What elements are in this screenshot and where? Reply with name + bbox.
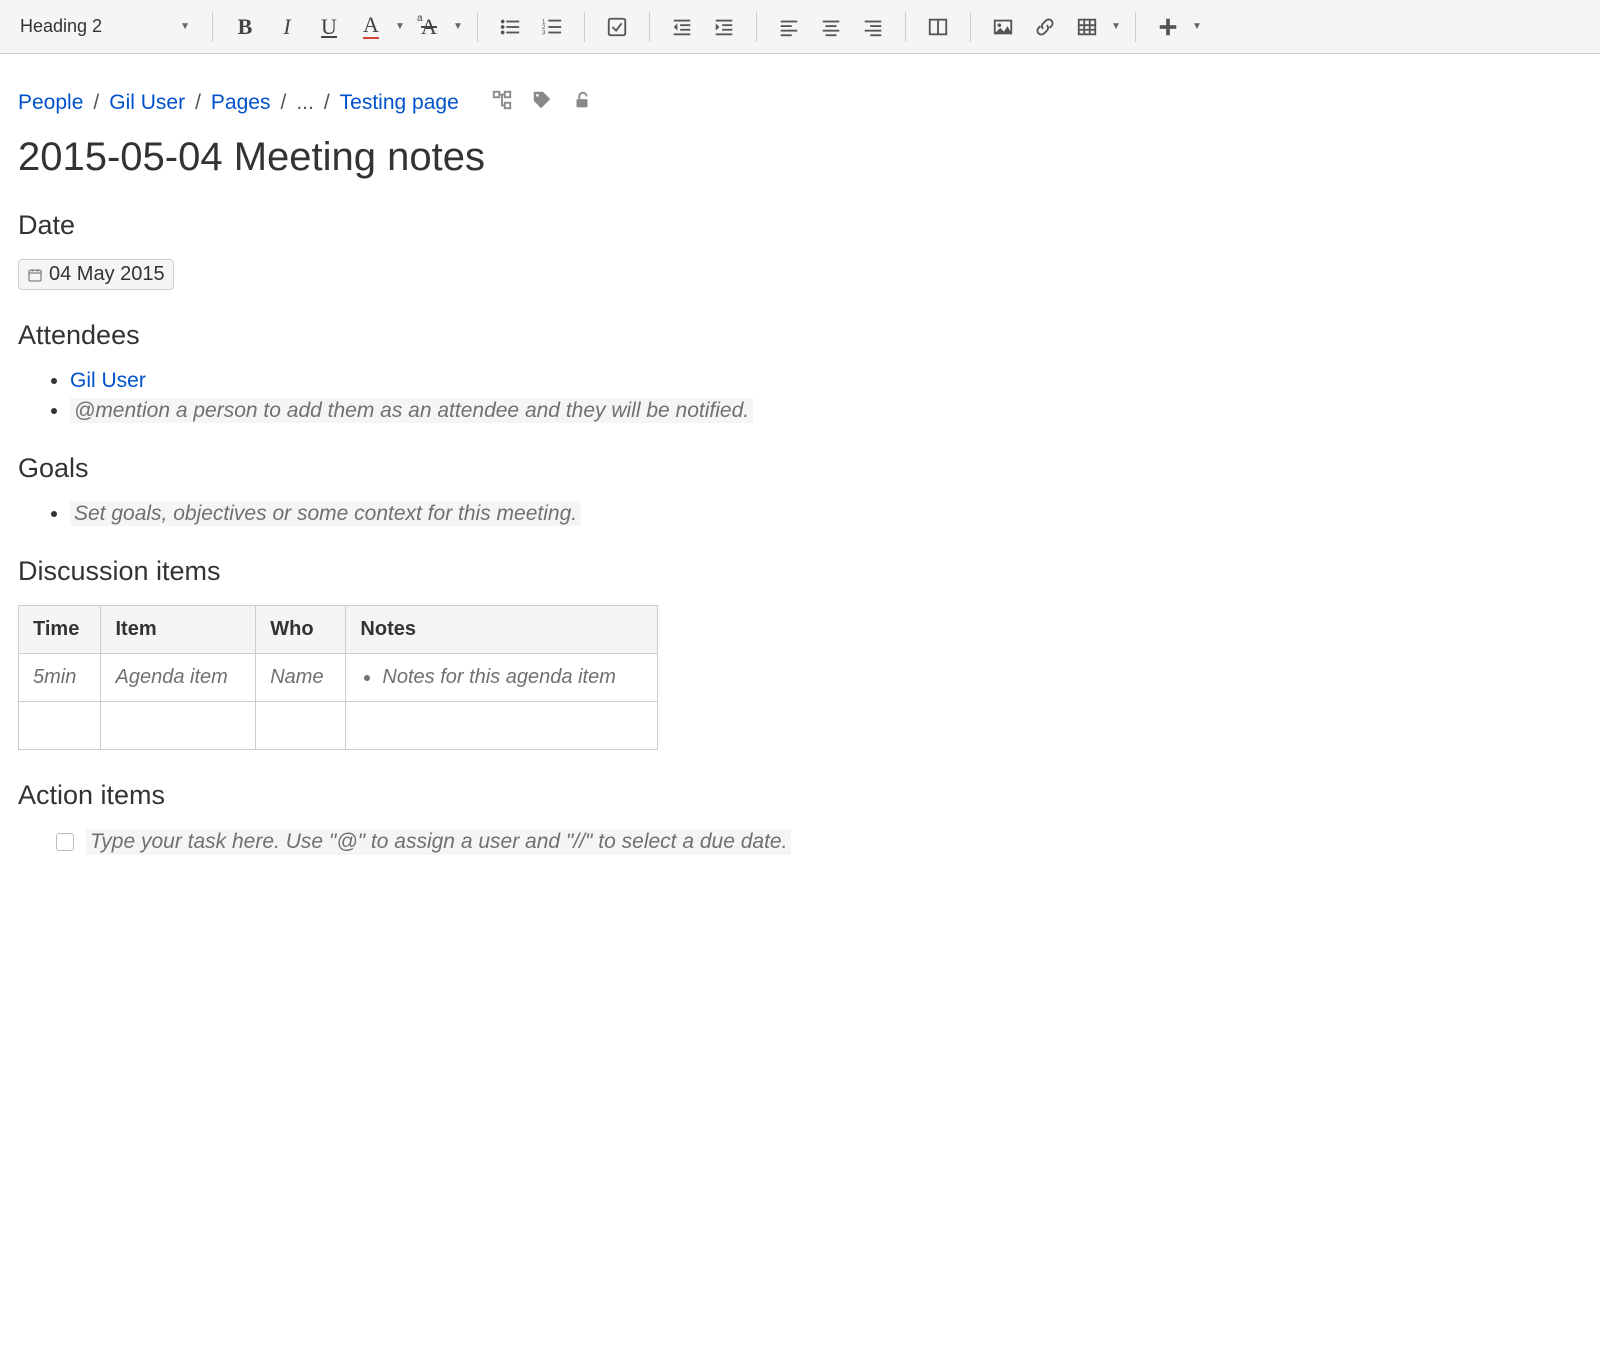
breadcrumb: People / Gil User / Pages / ... / Testin… (18, 89, 1162, 117)
align-left-icon (778, 16, 800, 38)
plus-icon (1157, 16, 1179, 38)
section-heading-goals[interactable]: Goals (18, 453, 1162, 484)
more-formatting-dropdown[interactable]: ▼ (451, 21, 465, 32)
clear-formatting-button[interactable]: aA (409, 7, 449, 47)
separator (584, 12, 585, 42)
breadcrumb-ellipsis[interactable]: ... (296, 91, 314, 115)
text-color-button[interactable]: A (351, 7, 391, 47)
breadcrumb-link-user[interactable]: Gil User (109, 91, 185, 115)
numbered-list-button[interactable]: 123 (532, 7, 572, 47)
goal-placeholder: Set goals, objectives or some context fo… (70, 501, 581, 526)
attendee-placeholder: @mention a person to add them as an atte… (70, 398, 753, 423)
paragraph-style-select[interactable]: Heading 2 ▼ (10, 10, 200, 43)
page-layout-button[interactable] (918, 7, 958, 47)
separator (905, 12, 906, 42)
breadcrumb-link-pages[interactable]: Pages (211, 91, 271, 115)
page-content: People / Gil User / Pages / ... / Testin… (0, 54, 1180, 915)
bullet-list-button[interactable] (490, 7, 530, 47)
cell-notes[interactable]: Notes for this agenda item (346, 654, 658, 702)
indent-icon (713, 16, 735, 38)
page-title[interactable]: 2015-05-04 Meeting notes (18, 135, 1162, 180)
list-item[interactable]: @mention a person to add them as an atte… (70, 399, 1162, 423)
italic-button[interactable]: I (267, 7, 307, 47)
chevron-down-icon: ▼ (180, 21, 190, 32)
cell-who[interactable] (256, 702, 346, 750)
cell-time[interactable]: 5min (19, 654, 101, 702)
page-layout-icon (927, 16, 949, 38)
align-center-button[interactable] (811, 7, 851, 47)
outdent-button[interactable] (662, 7, 702, 47)
table-header-row: Time Item Who Notes (19, 606, 658, 654)
align-right-icon (862, 16, 884, 38)
breadcrumb-separator: / (324, 91, 330, 115)
page-tree-icon[interactable] (491, 89, 513, 117)
paragraph-style-label: Heading 2 (20, 16, 102, 37)
attendees-list[interactable]: Gil User @mention a person to add them a… (18, 369, 1162, 423)
insert-table-dropdown[interactable]: ▼ (1109, 21, 1123, 32)
section-heading-action[interactable]: Action items (18, 780, 1162, 811)
calendar-icon (27, 267, 43, 283)
col-item[interactable]: Item (101, 606, 256, 654)
separator (649, 12, 650, 42)
insert-image-button[interactable] (983, 7, 1023, 47)
labels-icon[interactable] (531, 89, 553, 117)
task-list-icon (606, 16, 628, 38)
separator (1135, 12, 1136, 42)
align-left-button[interactable] (769, 7, 809, 47)
breadcrumb-link-parent[interactable]: Testing page (340, 91, 459, 115)
align-right-button[interactable] (853, 7, 893, 47)
insert-more-button[interactable] (1148, 7, 1188, 47)
breadcrumb-separator: / (93, 91, 99, 115)
table-icon (1076, 16, 1098, 38)
table-row[interactable] (19, 702, 658, 750)
notes-item: Notes for this agenda item (382, 666, 643, 689)
cell-notes[interactable] (346, 702, 658, 750)
separator (212, 12, 213, 42)
section-heading-attendees[interactable]: Attendees (18, 320, 1162, 351)
breadcrumb-separator: / (280, 91, 286, 115)
col-notes[interactable]: Notes (346, 606, 658, 654)
underline-button[interactable]: U (309, 7, 349, 47)
task-list-button[interactable] (597, 7, 637, 47)
date-badge[interactable]: 04 May 2015 (18, 259, 174, 290)
align-center-icon (820, 16, 842, 38)
goals-list[interactable]: Set goals, objectives or some context fo… (18, 502, 1162, 526)
insert-table-button[interactable] (1067, 7, 1107, 47)
list-item[interactable]: Set goals, objectives or some context fo… (70, 502, 1162, 526)
text-color-dropdown[interactable]: ▼ (393, 21, 407, 32)
cell-time[interactable] (19, 702, 101, 750)
outdent-icon (671, 16, 693, 38)
col-who[interactable]: Who (256, 606, 346, 654)
section-heading-discussion[interactable]: Discussion items (18, 556, 1162, 587)
bold-button[interactable]: B (225, 7, 265, 47)
unlock-icon[interactable] (571, 89, 593, 117)
cell-item[interactable]: Agenda item (101, 654, 256, 702)
col-time[interactable]: Time (19, 606, 101, 654)
insert-link-button[interactable] (1025, 7, 1065, 47)
numbered-list-icon: 123 (541, 16, 563, 38)
indent-button[interactable] (704, 7, 744, 47)
table-row[interactable]: 5min Agenda item Name Notes for this age… (19, 654, 658, 702)
attendee-link[interactable]: Gil User (70, 369, 146, 392)
separator (970, 12, 971, 42)
link-icon (1034, 16, 1056, 38)
cell-item[interactable] (101, 702, 256, 750)
editor-toolbar: Heading 2 ▼ B I U A ▼ aA ▼ 123 (0, 0, 1600, 54)
image-icon (992, 16, 1014, 38)
separator (477, 12, 478, 42)
task-row[interactable]: Type your task here. Use "@" to assign a… (18, 829, 1162, 855)
bullet-list-icon (499, 16, 521, 38)
breadcrumb-link-people[interactable]: People (18, 91, 83, 115)
date-value: 04 May 2015 (49, 263, 165, 286)
separator (756, 12, 757, 42)
list-item[interactable]: Gil User (70, 369, 1162, 393)
task-placeholder: Type your task here. Use "@" to assign a… (86, 829, 791, 855)
insert-more-dropdown[interactable]: ▼ (1190, 21, 1204, 32)
discussion-table[interactable]: Time Item Who Notes 5min Agenda item Nam… (18, 605, 658, 750)
cell-who[interactable]: Name (256, 654, 346, 702)
svg-text:3: 3 (542, 29, 546, 36)
section-heading-date[interactable]: Date (18, 210, 1162, 241)
breadcrumb-separator: / (195, 91, 201, 115)
task-checkbox[interactable] (56, 833, 74, 851)
